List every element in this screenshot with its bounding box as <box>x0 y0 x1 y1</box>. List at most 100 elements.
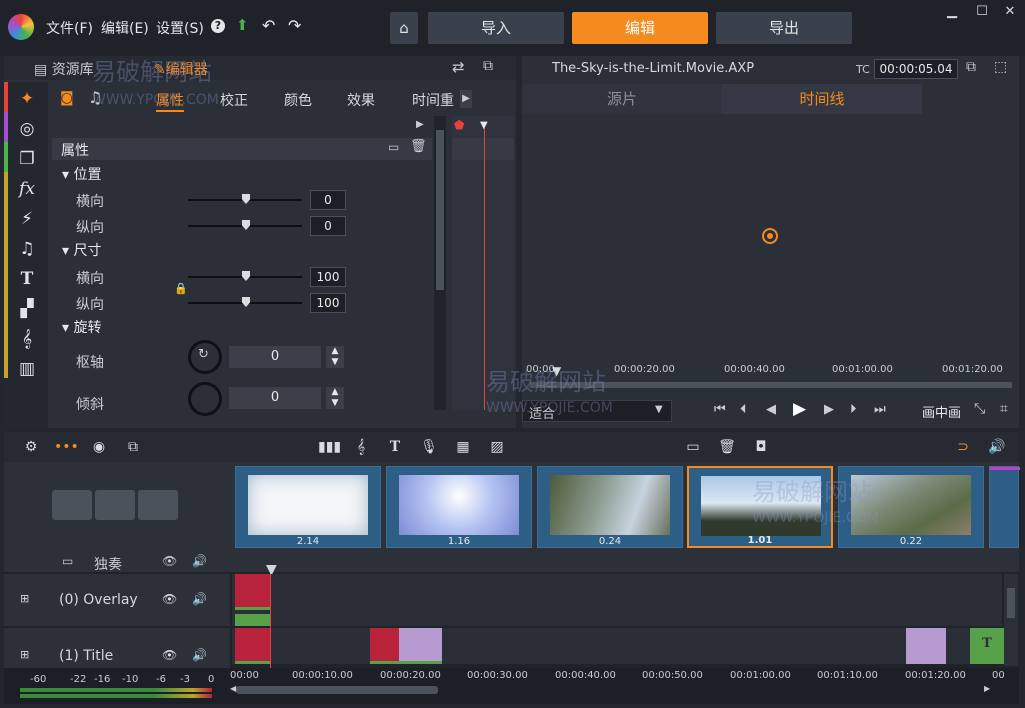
audio-scrub-icon[interactable]: 🔊 <box>988 438 1006 456</box>
split-icon[interactable]: ▭ <box>684 438 702 456</box>
empty-slot[interactable] <box>138 490 178 520</box>
scrollbar-thumb[interactable] <box>436 130 444 290</box>
fx-icon[interactable]: fx <box>12 176 42 202</box>
storyboard-clip[interactable]: 1.16 <box>386 466 532 548</box>
title-clip[interactable]: T <box>970 628 1004 664</box>
timeline-ruler[interactable]: 00:00 00:00:10.00 00:00:20.00 00:00:30.0… <box>230 668 1005 682</box>
disc-icon[interactable]: ◉ <box>90 438 108 456</box>
subtab-correction[interactable]: 校正 <box>220 90 248 110</box>
tilt-spinner[interactable]: ▲ ▼ <box>326 387 344 409</box>
undo-icon[interactable]: ↶ <box>262 16 275 35</box>
timeline-hscroll-thumb[interactable] <box>236 686 438 694</box>
clef-icon[interactable]: 𝄞 <box>352 438 370 456</box>
project-icon[interactable]: ✦ <box>12 86 42 112</box>
slider-knob[interactable] <box>242 297 250 307</box>
preview-canvas[interactable]: 00:00 00:00:20.00 00:00:40.00 00:01:00.0… <box>522 114 1019 388</box>
go-to-end-icon[interactable]: ⏭ <box>874 402 886 417</box>
storyboard-clip[interactable]: 2.14 <box>235 466 381 548</box>
settings-gear-icon[interactable]: ⚙ <box>22 438 40 456</box>
size-h-field[interactable]: 100 <box>310 267 346 287</box>
magnet-icon[interactable]: ⊃ <box>954 438 972 456</box>
score-icon[interactable]: 𝄞 <box>12 326 42 352</box>
section-rotation[interactable]: ▾ 旋转 <box>62 317 101 337</box>
maximize-button[interactable]: ☐ <box>972 4 992 20</box>
size-v-field[interactable]: 100 <box>310 293 346 313</box>
montage-icon[interactable]: ▞ <box>12 296 42 322</box>
position-v-field[interactable]: 0 <box>310 216 346 236</box>
tab-edit[interactable]: 编辑 <box>572 12 708 44</box>
track-overlay[interactable] <box>232 574 1002 626</box>
transition-icon[interactable]: ⚡ <box>12 206 42 232</box>
menu-settings[interactable]: 设置(S) <box>156 18 204 38</box>
tilt-dial[interactable] <box>188 382 222 416</box>
trash-icon[interactable]: 🗑 <box>718 438 736 456</box>
slider-knob[interactable] <box>242 194 250 204</box>
empty-slot[interactable] <box>95 490 135 520</box>
position-h-slider[interactable] <box>188 194 302 204</box>
axis-field[interactable]: 0 <box>229 346 321 368</box>
tabs-scroll-right-button[interactable]: ▶ <box>460 90 472 108</box>
speaker-icon[interactable]: 🔊 <box>192 648 207 662</box>
speaker-icon[interactable]: 🔊 <box>192 592 207 606</box>
empty-slot[interactable] <box>52 490 92 520</box>
track-title[interactable]: T <box>232 628 1004 664</box>
library-tab[interactable]: ▤ 资源库 <box>34 59 94 79</box>
music-icon[interactable]: ♫ <box>12 236 42 262</box>
swap-icon[interactable]: ⇄ <box>452 58 465 76</box>
scrollbar-thumb[interactable] <box>1007 588 1015 618</box>
reset-icon[interactable]: ▭ <box>388 140 399 154</box>
fullscreen-icon[interactable]: ⬚ <box>994 59 1007 75</box>
close-button[interactable]: ✕ <box>1000 4 1020 20</box>
mixer-icon[interactable]: ▮▮▮ <box>318 438 341 456</box>
step-back-icon[interactable]: ◀ <box>766 402 776 417</box>
keyframe-marker-icon[interactable]: ⬟ <box>454 118 464 132</box>
storyboard-clip[interactable]: 0.24 <box>537 466 683 548</box>
timeline-clip[interactable] <box>235 574 271 610</box>
position-v-slider[interactable] <box>188 220 302 230</box>
axis-dial[interactable]: ↻ <box>188 340 222 374</box>
play-button[interactable]: ▶ <box>793 399 806 419</box>
more-icon[interactable]: ••• <box>54 438 79 456</box>
delete-icon[interactable]: 🗑 <box>410 139 427 154</box>
tab-import[interactable]: 导入 <box>428 12 564 44</box>
piano-icon[interactable]: ▥ <box>12 356 42 382</box>
solo-icon[interactable]: ▭ <box>62 554 73 568</box>
lock-icon[interactable]: 🔒 <box>174 282 188 295</box>
storyboard-clip[interactable] <box>989 466 1020 548</box>
tab-timeline-preview[interactable]: 时间线 <box>722 84 922 114</box>
scroll-left-icon[interactable]: ◀ <box>230 684 236 693</box>
redo-icon[interactable]: ↷ <box>288 16 301 35</box>
center-target-icon[interactable] <box>762 228 778 244</box>
axis-spinner[interactable]: ▲ ▼ <box>326 346 344 368</box>
resize-icon[interactable]: ⤡ <box>974 401 985 417</box>
text-icon[interactable]: T <box>12 266 42 292</box>
play-icon[interactable]: ▶ <box>416 119 424 130</box>
video-camera-icon[interactable]: ◙ <box>60 90 74 106</box>
position-h-field[interactable]: 0 <box>310 190 346 210</box>
section-size[interactable]: ▾ 尺寸 <box>62 240 101 260</box>
next-frame-icon[interactable]: ⏵ <box>850 402 857 417</box>
audio-clip[interactable] <box>235 614 271 626</box>
crop-icon[interactable]: ⌗ <box>1000 401 1008 417</box>
size-h-slider[interactable] <box>188 271 302 281</box>
timeline-clip[interactable] <box>906 628 946 664</box>
track-header-overlay[interactable]: ⊞ (0) Overlay 👁 🔊 <box>4 574 230 626</box>
home-button[interactable]: ⌂ <box>390 12 418 44</box>
step-forward-icon[interactable]: ▶ <box>824 402 834 417</box>
slider-knob[interactable] <box>242 220 250 230</box>
timeline-clip[interactable] <box>235 628 271 664</box>
scroll-right-icon[interactable]: ▶ <box>984 684 990 693</box>
eye-icon[interactable]: 👁 <box>162 592 177 606</box>
subtab-effects[interactable]: 效果 <box>347 90 375 110</box>
slider-knob[interactable] <box>242 271 250 281</box>
title-text-icon[interactable]: T <box>386 438 404 456</box>
popout-icon[interactable]: ⧉ <box>124 438 142 456</box>
speaker-icon[interactable]: 🔊 <box>192 554 207 568</box>
go-to-start-icon[interactable]: ⏮ <box>714 402 726 417</box>
section-position[interactable]: ▾ 位置 <box>62 164 101 184</box>
subtab-color[interactable]: 颜色 <box>284 90 312 110</box>
image-edit-icon[interactable]: ▨ <box>488 438 506 456</box>
tab-source[interactable]: 源片 <box>522 84 722 114</box>
external-monitor-icon[interactable]: ⧉ <box>966 59 976 75</box>
track-header-title[interactable]: ⊞ (1) Title 👁 🔊 <box>4 628 230 668</box>
